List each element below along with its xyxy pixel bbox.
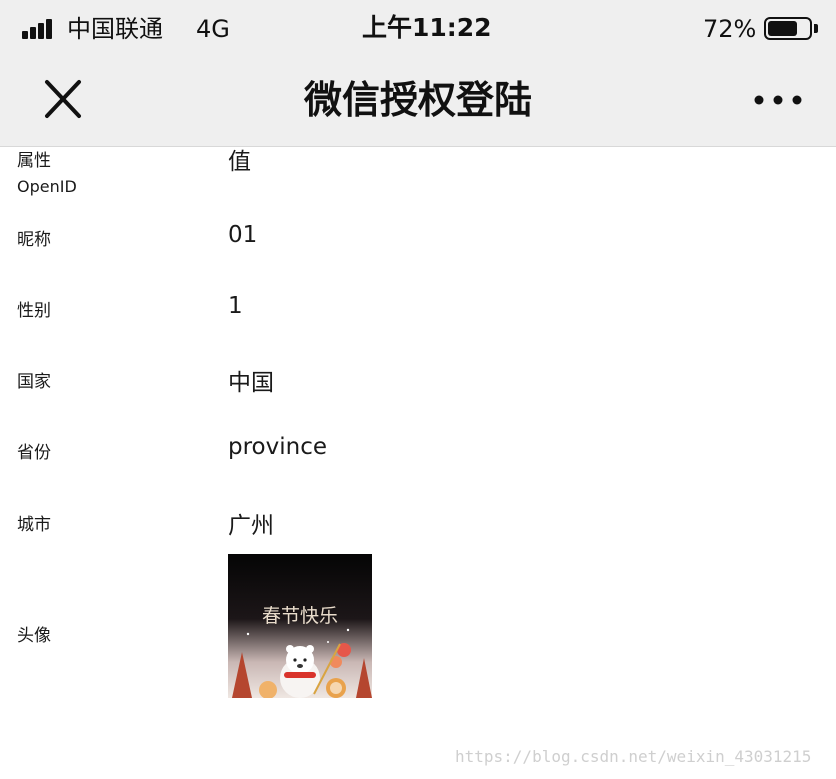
row-label-city: 城市 [17, 515, 51, 535]
avatar-greeting-text: 春节快乐 [262, 605, 338, 627]
status-time: 上午11:22 [362, 13, 492, 42]
row-label-avatar: 头像 [17, 626, 51, 646]
row-value-province: province [228, 434, 327, 460]
wechat-auth-screen: 中国联通 4G 上午11:22 72% 微信授权登陆 属性 值 OpenID 昵… [0, 0, 836, 779]
row-label-gender: 性别 [17, 301, 51, 321]
header-attribute-label: 属性 [17, 151, 51, 171]
close-icon [45, 80, 81, 118]
header-value-label: 值 [228, 149, 251, 175]
nav-bar: 微信授权登陆 [0, 58, 836, 147]
row-label-nickname: 昵称 [17, 230, 51, 250]
row-value-gender: 1 [228, 293, 243, 319]
network-type: 4G [196, 15, 230, 43]
close-button[interactable] [36, 78, 90, 122]
watermark-url: https://blog.csdn.net/weixin_43031215 [455, 747, 812, 766]
row-label-country: 国家 [17, 372, 51, 392]
page-title: 微信授权登陆 [303, 78, 532, 122]
openid-label: OpenID [17, 177, 77, 196]
avatar: 春节快乐 [228, 554, 372, 698]
signal-strength-icon [22, 19, 58, 39]
avatar-image: 春节快乐 [228, 554, 372, 698]
carrier-name: 中国联通 [67, 15, 163, 43]
more-button[interactable] [748, 82, 808, 118]
status-bar: 中国联通 4G 上午11:22 72% [0, 0, 836, 58]
battery-level-fill [768, 21, 797, 36]
battery-percent: 72% [703, 15, 757, 43]
battery-icon [764, 17, 812, 40]
more-dots-icon [754, 95, 802, 105]
row-label-province: 省份 [17, 443, 51, 463]
row-value-country: 中国 [228, 370, 274, 396]
battery-tip [814, 24, 818, 33]
row-value-nickname: 01 [228, 222, 258, 248]
row-value-city: 广州 [228, 513, 274, 539]
